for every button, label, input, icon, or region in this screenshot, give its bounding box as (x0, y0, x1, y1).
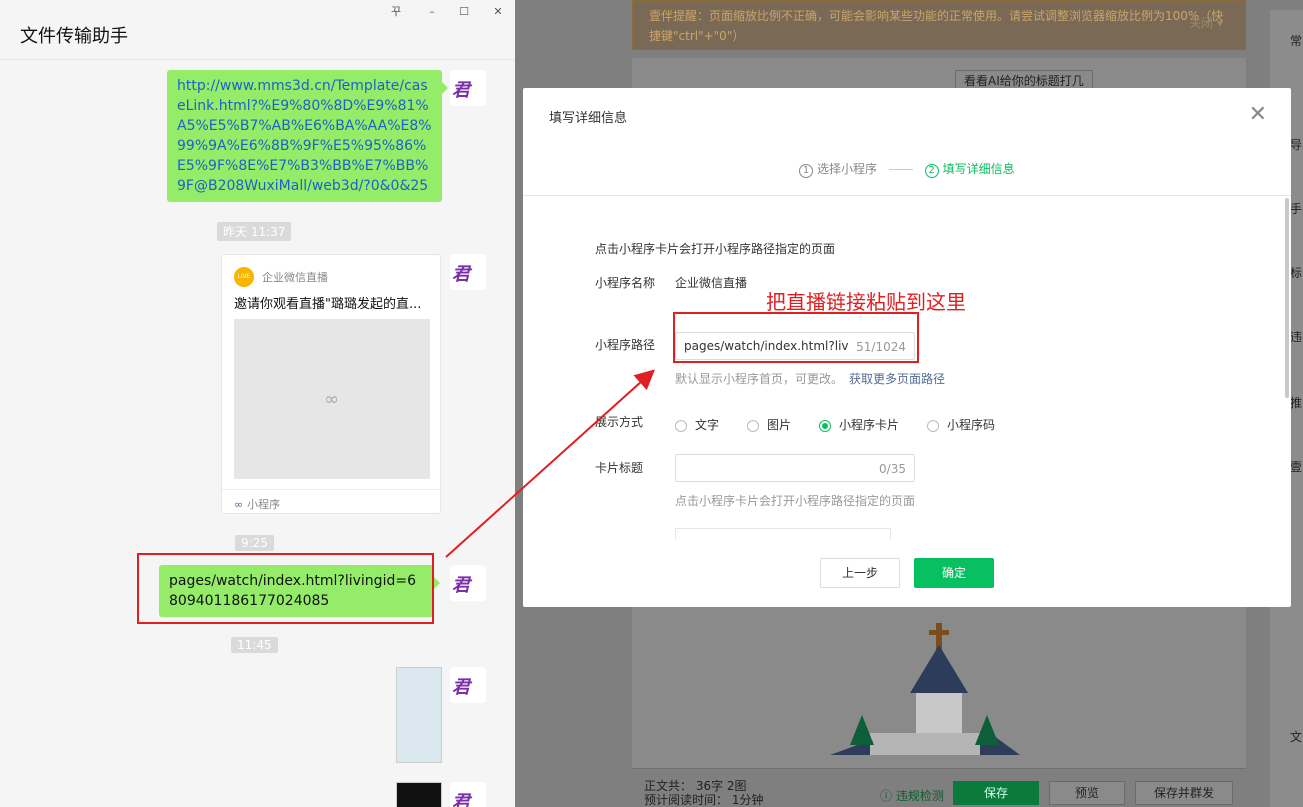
notice-close-button[interactable]: 关闭 ▾ (1189, 13, 1223, 33)
side-item[interactable]: 手 (1290, 200, 1302, 217)
more-paths-link[interactable]: 获取更多页面路径 (849, 372, 945, 386)
miniprogram-small-icon: ∞ (234, 498, 244, 511)
timestamp: 昨天 11:37 (217, 222, 292, 241)
radio-text[interactable]: 文字 (675, 416, 719, 433)
path-hint-text: 默认显示小程序首页，可更改。 (675, 372, 844, 386)
close-icon[interactable]: ✕ (1249, 102, 1267, 127)
step-label: 选择小程序 (817, 162, 878, 176)
avatar[interactable]: 君羊 (450, 667, 486, 703)
avatar[interactable]: 君羊 (450, 565, 486, 601)
save-and-mass-send-button[interactable]: 保存并群发 (1135, 781, 1233, 805)
radio-label: 图片 (767, 418, 792, 432)
side-item[interactable]: 标 (1290, 264, 1302, 281)
card-title-char-count: 0/35 (879, 462, 906, 476)
radio-dot (819, 419, 831, 432)
timestamp: 11:45 (231, 637, 278, 653)
card-title-label: 卡片标题 (595, 461, 644, 475)
violation-check-label: 违规检测 (895, 789, 944, 803)
card-source: 企业微信直播 (262, 271, 328, 284)
dialog-header: 填写详细信息 ✕ 1 选择小程序 2 填写详细信息 (523, 88, 1291, 196)
radio-image[interactable]: 图片 (747, 416, 791, 433)
dialog-body: 点击小程序卡片会打开小程序路径指定的页面 小程序名称 企业微信直播 把直播链接粘… (523, 196, 1283, 539)
avatar[interactable]: 君羊 (450, 70, 486, 106)
live-icon: LIVE (234, 267, 254, 287)
confirm-button[interactable]: 确定 (914, 558, 994, 588)
step-number: 1 (799, 164, 813, 178)
side-item[interactable]: 导 (1290, 136, 1302, 153)
radio-label: 小程序卡片 (839, 418, 900, 432)
reading-time: 预计阅读时间： 1分钟 (644, 793, 764, 807)
side-item[interactable]: 壹 (1290, 458, 1302, 475)
side-item[interactable]: 违 (1290, 328, 1302, 345)
side-item[interactable]: 文 (1290, 728, 1302, 745)
chat-header: 文件传输助手 꾸 – ☐ ✕ (0, 0, 515, 60)
church-illustration (830, 623, 1020, 755)
chat-window: 文件传输助手 꾸 – ☐ ✕ http://www.mms3d.cn/Templ… (0, 0, 515, 807)
step-number: 2 (924, 164, 939, 178)
description: 点击小程序卡片会打开小程序路径指定的页面 (595, 242, 836, 256)
miniprogram-detail-dialog: 填写详细信息 ✕ 1 选择小程序 2 填写详细信息 点击小程序卡片会打开小程序路径指… (523, 88, 1291, 607)
dialog-footer: 上一步 确定 (523, 539, 1291, 607)
close-icon[interactable]: ✕ (490, 4, 506, 20)
avatar-text: 君羊 (452, 677, 470, 698)
save-button[interactable]: 保存 (953, 781, 1039, 805)
avatar[interactable]: 君羊 (450, 782, 486, 807)
radio-dot (747, 419, 759, 432)
radio-dot (927, 419, 939, 432)
avatar-text: 君羊 (452, 575, 470, 596)
avatar[interactable]: 君羊 (450, 254, 486, 290)
step-1: 1 选择小程序 (799, 162, 878, 178)
chat-title: 文件传输助手 (20, 26, 128, 47)
step-indicator: 1 选择小程序 2 填写详细信息 (799, 160, 1015, 178)
preview-button[interactable]: 预览 (1049, 781, 1125, 805)
miniprogram-card[interactable]: LIVE 企业微信直播 邀请你观看直播"璐璐发起的直... ∞ ∞ 小程序 (221, 254, 441, 514)
card-title: 邀请你观看直播"璐璐发起的直... (234, 297, 422, 312)
dialog-title: 填写详细信息 (549, 111, 628, 126)
radio-miniprogram-code[interactable]: 小程序码 (927, 416, 995, 433)
timestamp: 9:25 (235, 535, 274, 551)
mp-name-value: 企业微信直播 (675, 276, 748, 290)
word-count-line: 正文共： 36字 2图 (644, 779, 747, 793)
scrollbar[interactable] (1285, 198, 1289, 398)
side-item[interactable]: 推 (1290, 394, 1302, 411)
previous-step-button[interactable]: 上一步 (820, 558, 900, 588)
display-label: 展示方式 (595, 415, 644, 429)
card-image-placeholder: ∞ (234, 319, 430, 479)
path-label: 小程序路径 (595, 338, 656, 352)
maximize-icon[interactable]: ☐ (456, 4, 472, 20)
image-message[interactable] (396, 782, 442, 807)
word-count: 正文共： 36字 2图 预计阅读时间： 1分钟 (644, 779, 763, 807)
miniprogram-icon: ∞ (324, 389, 339, 410)
path-hint: 默认显示小程序首页，可更改。 获取更多页面路径 (675, 370, 945, 387)
side-item[interactable]: 常 (1290, 32, 1302, 49)
radio-label: 文字 (695, 418, 720, 432)
radio-dot (675, 419, 687, 432)
pin-icon[interactable]: 꾸 (388, 4, 404, 20)
radio-miniprogram-card[interactable]: 小程序卡片 (819, 416, 899, 433)
image-message[interactable] (396, 667, 442, 763)
editor-bottom-bar: 正文共： 36字 2图 预计阅读时间： 1分钟 ⓘ 违规检测 保存 预览 保存并… (632, 768, 1246, 807)
check-icon: ⓘ (880, 789, 896, 803)
avatar-text: 君羊 (452, 264, 470, 285)
highlight-box (673, 312, 919, 363)
step-2: 2 填写详细信息 (924, 162, 1015, 178)
mp-name-label: 小程序名称 (595, 276, 656, 290)
notice-text: 壹伴提醒：页面缩放比例不正确，可能会影响某些功能的正常使用。请尝试调整浏览器缩放… (649, 9, 1224, 43)
message-link-bubble[interactable]: http://www.mms3d.cn/Template/caseLink.ht… (167, 70, 448, 202)
violation-check-link[interactable]: ⓘ 违规检测 (880, 787, 944, 804)
minimize-icon[interactable]: – (424, 4, 440, 20)
card-title-input[interactable]: 0/35 (675, 454, 915, 482)
card-footer-label: 小程序 (247, 498, 281, 511)
card-hint: 点击小程序卡片会打开小程序路径指定的页面 (675, 494, 916, 508)
card-preview (675, 528, 891, 539)
avatar-text: 君羊 (452, 792, 470, 807)
card-footer: ∞ 小程序 (222, 489, 440, 518)
avatar-text: 君羊 (452, 80, 470, 101)
zoom-notice: 壹伴提醒：页面缩放比例不正确，可能会影响某些功能的正常使用。请尝试调整浏览器缩放… (632, 0, 1246, 50)
radio-label: 小程序码 (947, 418, 996, 432)
annotation-text: 把直播链接粘贴到这里 (766, 290, 966, 314)
step-label: 填写详细信息 (942, 162, 1015, 176)
step-divider (888, 169, 913, 170)
highlight-box (137, 553, 434, 624)
